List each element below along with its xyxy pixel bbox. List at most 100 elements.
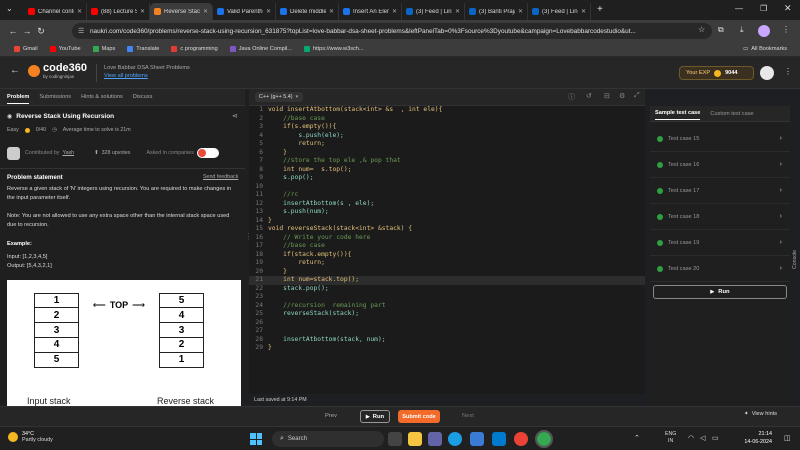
code-line[interactable]: 2 //base case bbox=[249, 115, 645, 124]
bookmark-star-icon[interactable]: ☆ bbox=[698, 25, 705, 34]
run-tests-button[interactable]: ▶ Run bbox=[653, 285, 787, 299]
browser-tab[interactable]: (3) Feed | Link ✕ bbox=[402, 3, 465, 20]
code-line[interactable]: 28 insertAtbottom(stack, num); bbox=[249, 336, 645, 345]
downloads-icon[interactable]: ⤓ bbox=[740, 25, 744, 35]
code-line[interactable]: 23 bbox=[249, 293, 645, 302]
code-line[interactable]: 12 insertAtbottom(s , ele); bbox=[249, 200, 645, 209]
forward-icon[interactable]: → bbox=[20, 26, 34, 36]
test-case-item[interactable]: Test case 16 › bbox=[650, 152, 790, 178]
code-line[interactable]: 27 bbox=[249, 327, 645, 336]
tab-close-icon[interactable]: ✕ bbox=[77, 8, 82, 15]
run-button[interactable]: ▶ Run bbox=[360, 410, 390, 423]
code-line[interactable]: 25 reverseStack(stack); bbox=[249, 310, 645, 319]
code-line[interactable]: 18 if(stack.empty()){ bbox=[249, 251, 645, 260]
chrome-icon[interactable] bbox=[514, 432, 528, 446]
bookmark-item[interactable]: Java Online Compil... bbox=[229, 46, 292, 52]
fullscreen-icon[interactable]: ⤢ bbox=[634, 92, 640, 100]
battery-icon[interactable]: ▭ bbox=[712, 434, 719, 442]
code-line[interactable]: 19 return; bbox=[249, 259, 645, 268]
code-line[interactable]: 22 stack.pop(); bbox=[249, 285, 645, 294]
code-line[interactable]: 5 return; bbox=[249, 140, 645, 149]
upvote-icon[interactable]: ⬆ bbox=[94, 150, 98, 156]
bookmark-item[interactable]: c programming bbox=[171, 46, 218, 52]
volume-icon[interactable]: ◁ bbox=[700, 434, 705, 442]
tab-close-icon[interactable]: ✕ bbox=[392, 8, 397, 15]
problem-tab[interactable]: Hints & solutions bbox=[81, 91, 123, 103]
clock[interactable]: 21:14 14-06-2024 bbox=[738, 431, 772, 446]
code-line[interactable]: 7 //store the top ele ,& pop that bbox=[249, 157, 645, 166]
store-icon[interactable] bbox=[470, 432, 484, 446]
back-arrow-icon[interactable]: ← bbox=[10, 65, 20, 76]
code-line[interactable]: 4 s.push(ele); bbox=[249, 132, 645, 141]
test-case-item[interactable]: Test case 17 › bbox=[650, 178, 790, 204]
exp-badge[interactable]: Your EXP 9044 bbox=[679, 66, 754, 80]
code-line[interactable]: 14} bbox=[249, 217, 645, 226]
user-avatar[interactable] bbox=[760, 66, 774, 80]
test-case-item[interactable]: Test case 18 › bbox=[650, 204, 790, 230]
start-button[interactable] bbox=[250, 433, 262, 445]
browser-tab[interactable]: Channel conte ✕ bbox=[24, 3, 87, 20]
submit-code-button[interactable]: Submit code bbox=[398, 410, 440, 423]
tab-close-icon[interactable]: ✕ bbox=[203, 8, 208, 15]
code-line[interactable]: 24 //recursion remaining part bbox=[249, 302, 645, 311]
prev-button[interactable]: Prev bbox=[325, 413, 337, 419]
bookmark-item[interactable]: Gmail bbox=[14, 46, 38, 52]
code-line[interactable]: 9 s.pop(); bbox=[249, 174, 645, 183]
code-line[interactable]: 20 } bbox=[249, 268, 645, 277]
notifications-icon[interactable]: ◫ bbox=[784, 434, 791, 442]
test-case-item[interactable]: Test case 15 › bbox=[650, 126, 790, 152]
view-hints-button[interactable]: ✦ View hints bbox=[744, 411, 777, 417]
site-info-icon[interactable]: ☰ bbox=[78, 27, 84, 35]
reload-icon[interactable]: ↻ bbox=[34, 26, 48, 37]
test-case-item[interactable]: Test case 19 › bbox=[650, 230, 790, 256]
code-line[interactable]: 21 int num=stack.top(); bbox=[249, 276, 645, 285]
view-all-link[interactable]: View all problems bbox=[104, 73, 148, 79]
problem-tab[interactable]: Submissions bbox=[39, 91, 71, 103]
code-line[interactable]: 29} bbox=[249, 344, 645, 353]
wifi-icon[interactable]: ◠ bbox=[688, 434, 694, 442]
problem-tab[interactable]: Discuss bbox=[133, 91, 153, 103]
minimize-icon[interactable]: — bbox=[735, 4, 743, 13]
language-indicator[interactable]: ENG IN bbox=[665, 431, 676, 445]
tab-close-icon[interactable]: ✕ bbox=[266, 8, 271, 15]
format-icon[interactable]: ⊟ bbox=[604, 92, 610, 100]
task-view-icon[interactable] bbox=[388, 432, 402, 446]
info-icon[interactable]: ⓘ bbox=[568, 92, 575, 102]
bookmark-item[interactable]: https://www.w3sch... bbox=[303, 46, 364, 52]
browser-tab[interactable]: (88) Lecture 5 ✕ bbox=[87, 3, 150, 20]
browser-tab[interactable]: Delete middle ✕ bbox=[276, 3, 339, 20]
tab-search-icon[interactable]: ⌄ bbox=[6, 4, 13, 13]
code-line[interactable]: 17 //base case bbox=[249, 242, 645, 251]
menu-icon[interactable]: ⋮ bbox=[782, 25, 790, 34]
all-bookmarks[interactable]: ▭ All Bookmarks bbox=[743, 46, 787, 52]
bookmark-item[interactable]: YouTube bbox=[49, 46, 81, 52]
vscode-icon[interactable] bbox=[492, 432, 506, 446]
maximize-icon[interactable]: ❐ bbox=[760, 4, 767, 13]
browser-tab[interactable]: Reverse Stack ✕ bbox=[150, 3, 213, 20]
code-line[interactable]: 6 } bbox=[249, 149, 645, 158]
tab-close-icon[interactable]: ✕ bbox=[581, 8, 586, 15]
file-explorer-icon[interactable] bbox=[408, 432, 422, 446]
profile-avatar[interactable] bbox=[758, 25, 770, 37]
test-panel-tab[interactable]: Sample test case bbox=[655, 107, 701, 120]
close-window-icon[interactable]: ✕ bbox=[784, 3, 792, 14]
tab-close-icon[interactable]: ✕ bbox=[329, 8, 334, 15]
browser-tab[interactable]: Insert An Elen ✕ bbox=[339, 3, 402, 20]
code-line[interactable]: 3 if(s.empty()){ bbox=[249, 123, 645, 132]
tray-chevron-icon[interactable]: ⌃ bbox=[634, 434, 640, 442]
address-bar[interactable]: ☰ naukri.com/code360/problems/reverse-st… bbox=[72, 23, 712, 39]
contributor-link[interactable]: Yash bbox=[62, 150, 74, 156]
browser-tab[interactable]: Valid Parenthe ✕ bbox=[213, 3, 276, 20]
code-line[interactable]: 15 void reverseStack(stack<int> &stack) { bbox=[249, 225, 645, 234]
settings-icon[interactable]: ⚙ bbox=[619, 92, 625, 100]
bookmark-item[interactable]: Maps bbox=[92, 46, 115, 52]
code360-logo[interactable]: code360 by codingninjas bbox=[28, 63, 87, 79]
browser-tab[interactable]: (3) Banti Praja ✕ bbox=[465, 3, 528, 20]
problem-tab[interactable]: Problem bbox=[7, 91, 30, 104]
next-button[interactable]: Next bbox=[462, 413, 474, 419]
edge-icon[interactable] bbox=[448, 432, 462, 446]
code-line[interactable]: 11 //rc bbox=[249, 191, 645, 200]
code-editor[interactable]: 1 void insertAtbottom(stack<int> &s , int… bbox=[249, 106, 645, 394]
tab-close-icon[interactable]: ✕ bbox=[518, 8, 523, 15]
send-feedback-link[interactable]: Send feedback bbox=[203, 174, 238, 180]
